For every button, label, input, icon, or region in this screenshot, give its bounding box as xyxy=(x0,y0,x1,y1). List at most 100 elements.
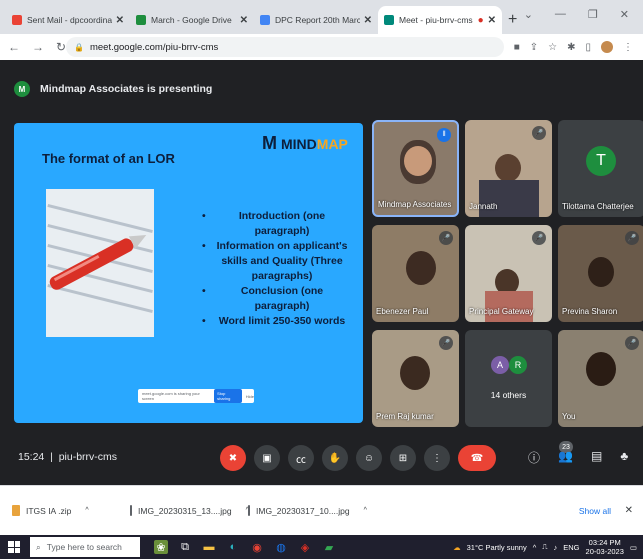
participant-tile[interactable]: T Tilottama Chatterjee xyxy=(558,120,643,217)
minimize-icon[interactable]: — xyxy=(555,8,566,20)
extensions-icon[interactable]: ✱ xyxy=(567,42,575,53)
participant-tile[interactable]: 🎤 Previna Sharon xyxy=(558,225,643,322)
leave-call-button[interactable]: ☎ xyxy=(458,445,496,471)
side-controls: ⓘ 👥 ▤ ♣ ⚿ xyxy=(528,449,643,466)
close-icon[interactable]: ✕ xyxy=(116,15,124,26)
participant-name: Prem Raj kumar xyxy=(376,412,434,421)
close-icon[interactable]: ✕ xyxy=(364,15,372,26)
people-icon[interactable]: 👥 xyxy=(558,449,573,466)
system-tray: ☁ 31°C Partly sunny ^ ⎍ ♪ ENG 03:24 PM 2… xyxy=(453,535,637,559)
browser-tab-bar: Sent Mail - dpcoordinator@gatew ✕ March … xyxy=(0,0,643,34)
lang-text[interactable]: ENG xyxy=(563,543,579,552)
mic-off-icon[interactable]: ✖ xyxy=(220,445,246,471)
app-icon[interactable]: ◍ xyxy=(274,540,288,554)
meet-window: M Mindmap Associates is presenting The f… xyxy=(0,60,643,485)
participant-tile-self[interactable]: 🎤 You xyxy=(558,330,643,427)
presentation-slide: The format of an LOR M MINDMAP • Introdu… xyxy=(14,123,363,423)
present-icon[interactable]: ⊞ xyxy=(390,445,416,471)
participant-tile-others[interactable]: A R 14 others xyxy=(465,330,552,427)
camera-icon[interactable]: ■ xyxy=(514,42,520,53)
network-icon[interactable]: ⎍ xyxy=(542,542,547,552)
sidepanel-icon[interactable]: ▯ xyxy=(585,42,591,53)
forward-icon[interactable]: → xyxy=(32,40,44,54)
browser-actions: ■ ⇪ ☆ ✱ ▯ ⋮ xyxy=(514,41,643,53)
chat-icon[interactable]: ▤ xyxy=(591,449,602,466)
tab-label: March - Google Drive xyxy=(151,15,232,25)
emoji-icon[interactable]: ☺ xyxy=(356,445,382,471)
chevron-up-icon[interactable]: ^ xyxy=(364,507,367,514)
more-options-icon[interactable]: ⋮ xyxy=(424,445,450,471)
show-all-link[interactable]: Show all xyxy=(579,506,611,516)
file-explorer-icon[interactable]: ▬ xyxy=(202,540,216,554)
image-icon xyxy=(248,505,250,516)
participant-tile[interactable]: 🎤 Prem Raj kumar xyxy=(372,330,459,427)
maximize-icon[interactable]: ❐ xyxy=(588,8,598,21)
download-item[interactable]: ITGS IA .zip ^ xyxy=(12,505,130,516)
hide-button[interactable]: Hide xyxy=(246,394,254,399)
screen-share-notice: meet.google.com is sharing your screen S… xyxy=(138,389,254,403)
participant-avatar: R xyxy=(509,356,527,374)
captions-icon[interactable]: ㏄ xyxy=(288,445,314,471)
new-tab-button[interactable]: + xyxy=(508,6,517,34)
share-notice-text: meet.google.com is sharing your screen xyxy=(142,391,200,401)
tray-chevron-icon[interactable]: ^ xyxy=(533,543,537,552)
search-icon: ⌕ xyxy=(36,541,41,552)
close-icon[interactable]: ✕ xyxy=(620,8,629,21)
meet-icon xyxy=(384,15,394,25)
taskbar-search[interactable]: ⌕ Type here to search xyxy=(30,537,140,557)
activities-icon[interactable]: ♣ xyxy=(620,449,628,466)
menu-icon[interactable]: ⋮ xyxy=(623,42,633,53)
widgets-icon[interactable]: ❀ xyxy=(154,540,168,554)
mic-off-icon: 🎤 xyxy=(439,231,453,245)
taskbar-clock[interactable]: 03:24 PM 20-03-2023 xyxy=(586,538,624,556)
participant-name: Principal Gateway xyxy=(469,307,534,316)
participant-tile[interactable]: 🎤 Jannath xyxy=(465,120,552,217)
notification-icon[interactable]: ▭ xyxy=(630,543,637,552)
tab-meet[interactable]: Meet - piu-brrv-cms ● ✕ xyxy=(378,6,502,34)
download-item[interactable]: IMG_20230317_10....jpg ^ xyxy=(248,505,367,516)
mindmap-logo: M MINDMAP xyxy=(262,133,348,154)
meeting-info: 15:24 | piu-brrv-cms xyxy=(18,451,118,463)
url-field[interactable]: 🔒 meet.google.com/piu-brrv-cms xyxy=(66,37,504,57)
tab-docs[interactable]: DPC Report 20th March to 24th M ✕ xyxy=(254,6,378,34)
camera-icon[interactable]: ▣ xyxy=(254,445,280,471)
image-icon xyxy=(130,505,132,516)
chrome-icon[interactable]: ◉ xyxy=(250,540,264,554)
profile-avatar[interactable] xyxy=(601,41,613,53)
participant-tile[interactable]: 🎤 Principal Gateway xyxy=(465,225,552,322)
stop-sharing-button[interactable]: Stop sharing xyxy=(214,389,242,403)
share-icon[interactable]: ⇪ xyxy=(530,42,538,53)
weather-text[interactable]: 31°C Partly sunny xyxy=(467,543,527,552)
task-view-icon[interactable]: ⧉ xyxy=(178,540,192,554)
participant-name: Previna Sharon xyxy=(562,307,618,316)
app-icon[interactable]: ◈ xyxy=(298,540,312,554)
back-icon[interactable]: ← xyxy=(8,40,20,54)
raise-hand-icon[interactable]: ✋ xyxy=(322,445,348,471)
close-icon[interactable]: ● xyxy=(478,15,484,26)
close-icon[interactable]: ✕ xyxy=(488,15,496,26)
mic-off-icon: 🎤 xyxy=(439,336,453,350)
presenter-avatar: M xyxy=(14,81,30,97)
download-name: IMG_20230315_13....jpg xyxy=(138,505,232,516)
tab-gmail[interactable]: Sent Mail - dpcoordinator@gatew ✕ xyxy=(6,6,130,34)
participant-tile[interactable]: ⦀ Mindmap Associates xyxy=(372,120,459,217)
edge-icon[interactable]: ◐ xyxy=(226,540,240,554)
close-icon[interactable]: ✕ xyxy=(240,15,248,26)
tab-drive[interactable]: March - Google Drive ✕ xyxy=(130,6,254,34)
close-icon[interactable]: ✕ xyxy=(625,505,633,516)
volume-icon[interactable]: ♪ xyxy=(554,543,558,552)
star-icon[interactable]: ☆ xyxy=(548,42,557,53)
windows-start-icon[interactable] xyxy=(8,541,20,553)
reload-icon[interactable]: ↻ xyxy=(56,40,66,54)
chevron-up-icon[interactable]: ^ xyxy=(85,507,88,514)
download-item[interactable]: IMG_20230315_13....jpg ^ xyxy=(130,505,249,516)
participant-tile[interactable]: 🎤 Ebenezer Paul xyxy=(372,225,459,322)
lock-icon[interactable]: 🔒 xyxy=(74,43,84,52)
drive-icon xyxy=(136,15,146,25)
app-icon[interactable]: ▰ xyxy=(322,540,336,554)
bullet-item: Introduction (one paragraph) xyxy=(200,209,350,239)
docs-icon xyxy=(260,15,270,25)
info-icon[interactable]: ⓘ xyxy=(528,449,540,466)
chevron-down-icon[interactable]: ⌄ xyxy=(524,8,533,21)
participant-avatar: A xyxy=(491,356,509,374)
